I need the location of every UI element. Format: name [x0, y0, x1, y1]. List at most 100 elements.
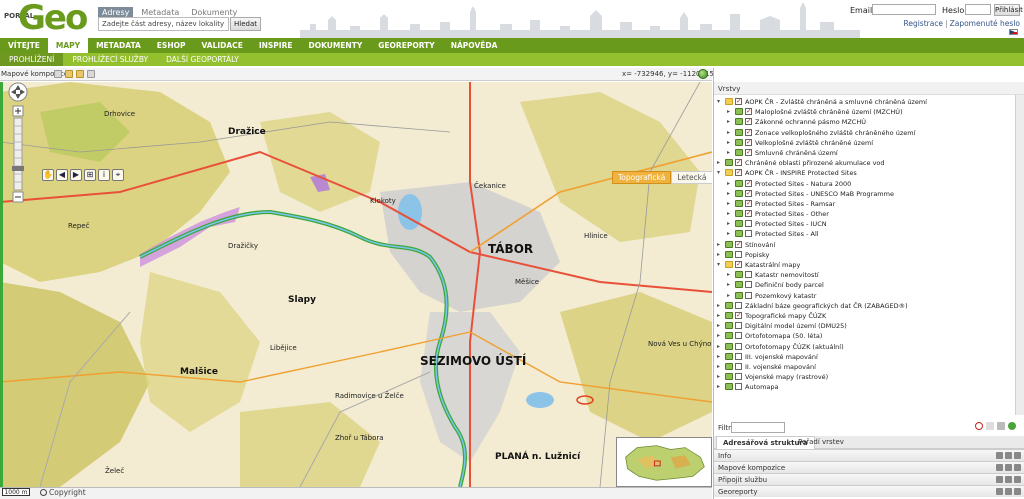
layer-row[interactable]: ▸ Automapa — [717, 382, 1013, 392]
accordion-add-service[interactable]: Připojit službu — [714, 473, 1024, 485]
print-icon[interactable] — [87, 70, 95, 78]
layer-checkbox[interactable] — [735, 322, 742, 330]
layer-checkbox[interactable] — [735, 259, 742, 269]
layer-row[interactable]: ▸ Popisky — [717, 250, 1013, 260]
expand-arrow-icon[interactable]: ▸ — [717, 384, 723, 390]
accordion-info[interactable]: Info — [714, 449, 1024, 461]
layer-row[interactable]: ▸ Protected Sites - IUCN — [717, 219, 1013, 229]
layer-checkbox[interactable] — [745, 291, 752, 299]
layer-checkbox[interactable] — [735, 167, 742, 177]
subnav-prohlizeni[interactable]: PROHLÍŽENÍ — [0, 53, 64, 66]
expand-arrow-icon[interactable]: ▸ — [727, 272, 733, 278]
nav-dokumenty[interactable]: DOKUMENTY — [300, 38, 370, 53]
nav-georeporty[interactable]: GEOREPORTY — [370, 38, 442, 53]
layer-checkbox[interactable] — [745, 271, 752, 279]
accordion-map-compositions[interactable]: Mapové kompozice — [714, 461, 1024, 473]
layer-checkbox[interactable] — [745, 220, 752, 228]
layer-checkbox[interactable] — [735, 301, 742, 309]
layer-row[interactable]: ▸ Protected Sites - Ramsar — [717, 198, 1013, 209]
expand-arrow-icon[interactable]: ▸ — [727, 149, 733, 156]
layer-row[interactable]: ▸ III. vojenské mapování — [717, 352, 1013, 362]
open-composition-icon[interactable] — [65, 70, 73, 78]
collapse-icon[interactable] — [996, 452, 1003, 459]
expand-icon[interactable] — [1005, 452, 1012, 459]
close-icon[interactable] — [1014, 452, 1021, 459]
nav-vitejte[interactable]: VÍTEJTE — [0, 38, 48, 53]
search-input[interactable]: Zadejte část adresy, název lokality — [98, 17, 229, 31]
expand-arrow-icon[interactable]: ▸ — [727, 231, 733, 237]
expand-arrow-icon[interactable]: ▸ — [727, 292, 733, 299]
layer-row[interactable]: ▸ Ortofotomapa (50. léta) — [717, 331, 1013, 341]
language-flag-icon[interactable] — [1009, 29, 1018, 35]
info-icon[interactable]: i — [98, 169, 110, 181]
expand-arrow-icon[interactable]: ▸ — [717, 160, 723, 166]
collapse-arrow-icon[interactable]: ▾ — [717, 262, 723, 268]
expand-arrow-icon[interactable]: ▸ — [717, 302, 723, 309]
close-icon[interactable] — [1014, 488, 1021, 495]
accordion-georeports[interactable]: Georeporty — [714, 485, 1024, 497]
layer-checkbox[interactable] — [745, 178, 752, 188]
close-icon[interactable] — [1014, 476, 1021, 483]
search-button[interactable]: Hledat — [230, 17, 261, 31]
layer-checkbox[interactable] — [745, 147, 752, 157]
layer-checkbox[interactable] — [745, 127, 752, 137]
expand-arrow-icon[interactable]: ▸ — [717, 333, 723, 339]
expand-arrow-icon[interactable]: ▸ — [717, 374, 723, 380]
overview-map[interactable] — [616, 437, 712, 487]
layer-row[interactable]: ▸ Ortofotomapy ČÚZK (aktuální) — [717, 342, 1013, 352]
layer-row[interactable]: ▸ Protected Sites - UNESCO MaB Programme — [717, 188, 1013, 199]
nav-validace[interactable]: VALIDACE — [193, 38, 250, 53]
subnav-dalsi-geoportaly[interactable]: DALŠÍ GEOPORTÁLY — [157, 53, 248, 66]
expand-arrow-icon[interactable]: ▸ — [727, 200, 733, 207]
expand-arrow-icon[interactable]: ▸ — [727, 119, 733, 125]
layer-checkbox[interactable] — [735, 342, 742, 350]
expand-arrow-icon[interactable]: ▸ — [717, 353, 723, 360]
folder-icon[interactable] — [76, 70, 84, 78]
layer-checkbox[interactable] — [745, 116, 752, 126]
layer-checkbox[interactable] — [735, 362, 742, 370]
forgot-password-link[interactable]: Zapomenuté heslo — [950, 19, 1020, 28]
layer-checkbox[interactable] — [745, 208, 752, 218]
nav-napoveda[interactable]: NÁPOVĚDA — [443, 38, 506, 53]
map-canvas[interactable]: Drhovice Dražice Repeč Dražičky Slapy Li… — [0, 82, 712, 487]
layer-checkbox[interactable] — [745, 137, 752, 147]
clear-filter-icon[interactable] — [975, 422, 983, 430]
layer-row[interactable]: ▾ AOPK ČR - INSPIRE Protected Sites — [717, 167, 1013, 178]
layer-row[interactable]: ▸ II. vojenské mapování — [717, 362, 1013, 372]
layer-row[interactable]: ▸ Stínování — [717, 239, 1013, 250]
expand-arrow-icon[interactable]: ▸ — [727, 211, 733, 217]
layer-checkbox[interactable] — [745, 198, 752, 208]
layer-row[interactable]: ▸ Protected Sites - Natura 2000 — [717, 178, 1013, 189]
email-field[interactable] — [872, 4, 936, 15]
back-arrow-icon[interactable]: ◀ — [56, 169, 68, 181]
nav-mapy[interactable]: MAPY — [47, 38, 89, 53]
document-icon[interactable] — [986, 422, 994, 430]
map-pan-zoom-control[interactable] — [0, 82, 36, 212]
nav-metadata[interactable]: METADATA — [88, 38, 149, 53]
map-type-aerial[interactable]: Letecká — [671, 171, 712, 184]
collapse-arrow-icon[interactable]: ▾ — [717, 99, 723, 105]
subnav-prohlizeci-sluzby[interactable]: PROHLÍŽECÍ SLUŽBY — [63, 53, 157, 66]
measure-icon[interactable]: ⌖ — [112, 169, 124, 181]
layer-checkbox[interactable] — [745, 230, 752, 238]
collapse-icon[interactable] — [996, 476, 1003, 483]
expand-icon[interactable] — [1005, 464, 1012, 471]
layer-checkbox[interactable] — [745, 188, 752, 198]
login-button[interactable]: Přihlásit — [994, 4, 1023, 16]
layer-checkbox[interactable] — [735, 250, 742, 258]
layer-checkbox[interactable] — [735, 352, 742, 360]
pan-hand-icon[interactable]: ✋ — [42, 169, 54, 181]
layer-checkbox[interactable] — [735, 157, 742, 167]
zoom-extent-icon[interactable]: ⊞ — [84, 169, 96, 181]
forward-arrow-icon[interactable]: ▶ — [70, 169, 82, 181]
expand-arrow-icon[interactable]: ▸ — [727, 190, 733, 197]
expand-arrow-icon[interactable]: ▸ — [727, 109, 733, 115]
layer-row[interactable]: ▸ Chráněné oblasti přirozené akumulace vo… — [717, 157, 1013, 168]
expand-arrow-icon[interactable]: ▸ — [727, 129, 733, 136]
layer-row[interactable]: ▸ Digitální model území (DMU25) — [717, 321, 1013, 331]
layer-checkbox[interactable] — [735, 310, 742, 320]
layer-checkbox[interactable] — [735, 96, 742, 106]
map-type-topographic[interactable]: Topografická — [612, 171, 672, 184]
register-link[interactable]: Registrace — [903, 19, 943, 28]
close-icon[interactable] — [1014, 464, 1021, 471]
